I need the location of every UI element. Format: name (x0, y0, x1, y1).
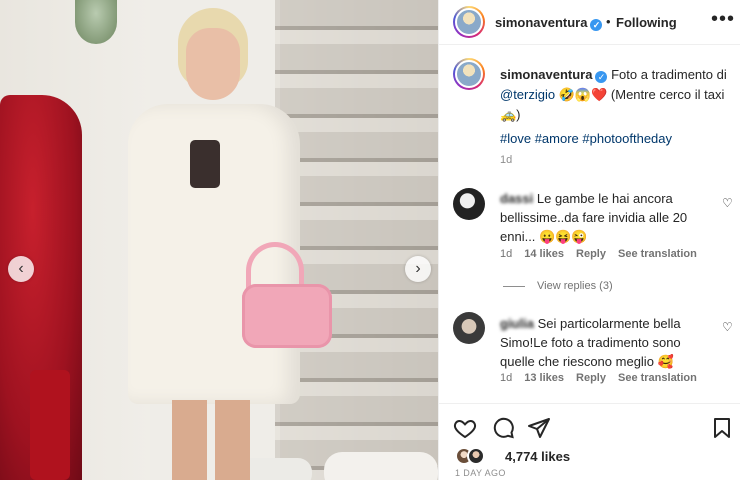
view-replies-button[interactable]: View replies (3) (503, 280, 613, 292)
comment-emojis: 🥰 (657, 354, 674, 369)
author-username[interactable]: simonaventura ✓ (495, 15, 603, 31)
see-translation-link[interactable]: See translation (618, 248, 697, 260)
caption-time[interactable]: 1d (500, 154, 512, 166)
carousel-prev-button[interactable]: ‹ (8, 256, 34, 282)
comment-emojis: 😛😝😜 (539, 229, 588, 244)
comment-username[interactable]: dassi (500, 191, 533, 206)
header-separator: • (606, 14, 611, 29)
caption-taxi-emoji: 🚕) (500, 107, 521, 122)
comment-likes[interactable]: 14 likes (524, 248, 564, 260)
view-replies-label[interactable]: View replies (3) (537, 280, 613, 292)
commenter-avatar[interactable] (453, 312, 485, 344)
photo-phone (190, 140, 220, 188)
carousel-next-button[interactable]: › (405, 256, 431, 282)
comment-1: dassi Le gambe le hai ancora bellissime.… (500, 189, 715, 246)
like-button[interactable] (453, 416, 477, 440)
paper-plane-icon (528, 418, 550, 438)
caption-author-avatar[interactable] (453, 58, 485, 90)
photo-red-chair-base (30, 370, 70, 480)
verified-badge-icon: ✓ (590, 19, 603, 31)
more-options-icon[interactable]: ••• (711, 8, 735, 31)
comment-username[interactable]: giulia (500, 316, 534, 331)
comment-time[interactable]: 1d (500, 372, 512, 384)
comment-like-heart-icon[interactable]: ♡ (722, 320, 733, 334)
comment-reply-button[interactable]: Reply (576, 248, 606, 260)
post-actions-bar: 4,774 likes 1 DAY AGO (439, 403, 740, 480)
post-header: simonaventura ✓ • Following ••• (439, 0, 740, 45)
photo-legs (172, 400, 250, 480)
bookmark-icon (714, 418, 730, 438)
heart-icon (453, 419, 477, 439)
author-username-text[interactable]: simonaventura (495, 15, 587, 30)
comment-2: giulia Sei particolarmente bella Simo!Le… (500, 314, 715, 371)
caption-hashtags[interactable]: #love #amore #photooftheday (500, 131, 672, 146)
author-avatar[interactable] (453, 6, 485, 38)
comment-likes[interactable]: 13 likes (524, 372, 564, 384)
post-caption: simonaventura ✓ Foto a tradimento di @ter… (500, 65, 730, 125)
likes-count[interactable]: 4,774 likes (505, 449, 570, 464)
photo-lamp (75, 0, 117, 44)
comment-time[interactable]: 1d (500, 248, 512, 260)
comment-1-meta: 1d 14 likes Reply See translation (500, 248, 697, 260)
caption-mention-link[interactable]: @terzigio (500, 87, 555, 102)
post-side-panel: simonaventura ✓ • Following ••• simonaven… (438, 0, 740, 480)
likers-avatars[interactable] (455, 447, 491, 465)
comment-reply-button[interactable]: Reply (576, 372, 606, 384)
see-translation-link[interactable]: See translation (618, 372, 697, 384)
instagram-post-view: ‹ › simonaventura ✓ • Following ••• simon… (0, 0, 740, 480)
caption-emojis: 🤣😱❤️ (558, 87, 608, 102)
caption-text: Foto a tradimento di (611, 67, 727, 82)
liker-avatar (467, 447, 485, 465)
photo-pillow (324, 452, 438, 480)
comment-button[interactable] (491, 416, 515, 440)
chevron-left-icon: ‹ (18, 260, 24, 277)
commenter-avatar[interactable] (453, 188, 485, 220)
photo-person (120, 8, 332, 480)
comment-2-meta: 1d 13 likes Reply See translation (500, 372, 697, 384)
post-photo[interactable]: ‹ › (0, 0, 438, 480)
caption-username[interactable]: simonaventura (500, 67, 592, 82)
share-button[interactable] (527, 416, 551, 440)
chevron-right-icon: › (415, 260, 421, 277)
caption-text-2: (Mentre cerco il taxi (610, 87, 725, 102)
replies-line (503, 285, 525, 287)
save-button[interactable] (710, 416, 734, 440)
comment-bubble-icon (493, 417, 514, 439)
photo-pink-bag (242, 284, 332, 348)
photo-face (186, 28, 240, 100)
following-button[interactable]: Following (616, 15, 677, 30)
post-time-ago: 1 DAY AGO (455, 468, 506, 478)
verified-badge-icon: ✓ (595, 71, 608, 83)
comment-like-heart-icon[interactable]: ♡ (722, 196, 733, 210)
